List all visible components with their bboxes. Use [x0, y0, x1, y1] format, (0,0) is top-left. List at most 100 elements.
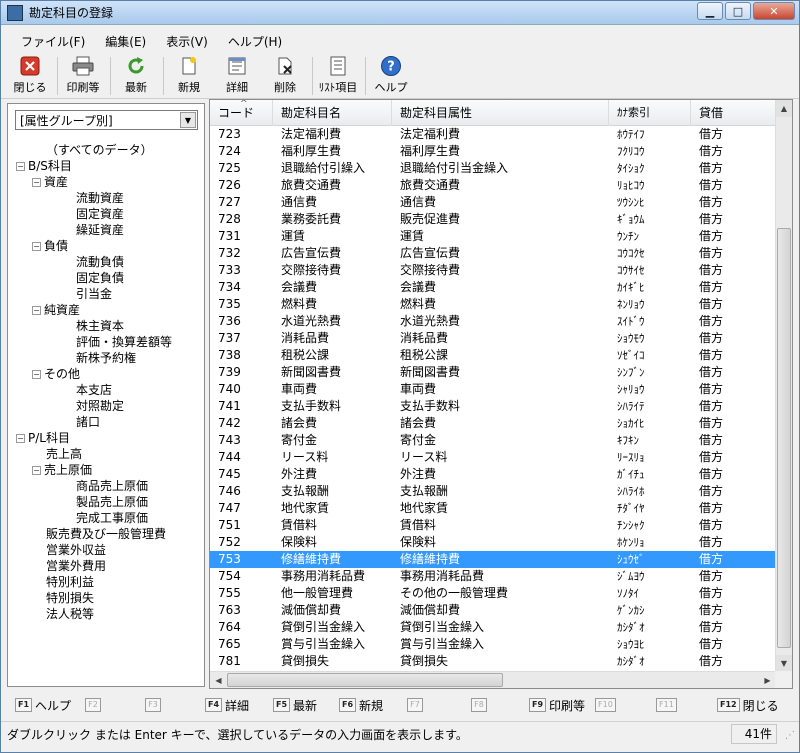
table-row[interactable]: 743 寄付金 寄付金 ｷﾌｷﾝ 借方: [210, 432, 776, 449]
minimize-button[interactable]: ▁: [697, 2, 723, 20]
column-header-kana[interactable]: ｶﾅ索引: [609, 100, 691, 126]
tree-node[interactable]: 特別利益: [8, 574, 204, 590]
tree-node[interactable]: 営業外費用: [8, 558, 204, 574]
table-row[interactable]: 740 車両費 車両費 ｼｬﾘｮｳ 借方: [210, 381, 776, 398]
tree-node[interactable]: 株主資本: [8, 318, 204, 334]
vertical-scrollbar[interactable]: ▲ ▼: [775, 100, 792, 672]
collapse-toggle-icon[interactable]: −: [16, 434, 25, 443]
column-header-attribute[interactable]: 勘定科目属性: [392, 100, 609, 126]
print-button[interactable]: 印刷等: [62, 55, 104, 95]
tree-node[interactable]: 法人税等: [8, 606, 204, 622]
tree-node[interactable]: − 純資産: [8, 302, 204, 318]
tree-node[interactable]: − 負債: [8, 238, 204, 254]
vertical-scroll-thumb[interactable]: [777, 228, 791, 648]
tree-node[interactable]: 固定負債: [8, 270, 204, 286]
collapse-toggle-icon[interactable]: −: [32, 242, 41, 251]
tree-node[interactable]: 営業外収益: [8, 542, 204, 558]
tree-node[interactable]: − 売上原価: [8, 462, 204, 478]
horizontal-scrollbar[interactable]: ◀ ▶: [210, 671, 776, 688]
delete-button[interactable]: 削除: [264, 55, 306, 95]
table-row[interactable]: 728 業務委託費 販売促進費 ｷﾞｮｳﾑ 借方: [210, 211, 776, 228]
tree-node[interactable]: 完成工事原価: [8, 510, 204, 526]
column-header-name[interactable]: 勘定科目名: [273, 100, 392, 126]
fkey-f1[interactable]: F1 ヘルプ: [15, 695, 71, 715]
resize-grip-icon[interactable]: ⋰: [785, 731, 797, 743]
table-row[interactable]: 781 貸倒損失 貸倒損失 ｶｼﾀﾞｵ 借方: [210, 653, 776, 670]
scroll-up-icon[interactable]: ▲: [776, 100, 792, 117]
table-row[interactable]: 742 諸会費 諸会費 ｼｮｶｲﾋ 借方: [210, 415, 776, 432]
tree-node[interactable]: 流動負債: [8, 254, 204, 270]
collapse-toggle-icon[interactable]: −: [16, 162, 25, 171]
table-row[interactable]: 744 リース料 リース料 ﾘｰｽﾘｮ 借方: [210, 449, 776, 466]
tree-node[interactable]: （すべてのデータ）: [8, 142, 204, 158]
tree-node[interactable]: − 資産: [8, 174, 204, 190]
tree-node[interactable]: 諸口: [8, 414, 204, 430]
tree-node[interactable]: 売上高: [8, 446, 204, 462]
tree-node[interactable]: 販売費及び一般管理費: [8, 526, 204, 542]
tree-node[interactable]: 評価・換算差額等: [8, 334, 204, 350]
table-row[interactable]: 753 修繕維持費 修繕維持費 ｼｭｳｾﾞ 借方: [210, 551, 776, 568]
menu-view[interactable]: 表示(V): [166, 33, 208, 50]
table-row[interactable]: 752 保険料 保険料 ﾎｹﾝﾘｮ 借方: [210, 534, 776, 551]
table-row[interactable]: 736 水道光熱費 水道光熱費 ｽｲﾄﾞｳ 借方: [210, 313, 776, 330]
table-row[interactable]: 725 退職給付引繰入 退職給付引当金繰入 ﾀｲｼｮｸ 借方: [210, 160, 776, 177]
table-row[interactable]: 738 租税公課 租税公課 ｿｾﾞｲｺ 借方: [210, 347, 776, 364]
tree-node[interactable]: − B/S科目: [8, 158, 204, 174]
table-row[interactable]: 747 地代家賃 地代家賃 ﾁﾀﾞｲﾔ 借方: [210, 500, 776, 517]
tree-node[interactable]: 引当金: [8, 286, 204, 302]
menu-edit[interactable]: 編集(E): [105, 33, 146, 50]
tree-node[interactable]: 特別損失: [8, 590, 204, 606]
table-row[interactable]: 764 貸倒引当金繰入 貸倒引当金繰入 ｶｼﾀﾞｵ 借方: [210, 619, 776, 636]
table-row[interactable]: 731 運賃 運賃 ｳﾝﾁﾝ 借方: [210, 228, 776, 245]
menu-help[interactable]: ヘルプ(H): [228, 33, 282, 50]
collapse-toggle-icon[interactable]: −: [32, 178, 41, 187]
tree-node[interactable]: 製品売上原価: [8, 494, 204, 510]
collapse-toggle-icon[interactable]: −: [32, 370, 41, 379]
fkey-f12[interactable]: F12 閉じる: [717, 695, 779, 715]
table-row[interactable]: 763 減価償却費 減価償却費 ｹﾞﾝｶｼ 借方: [210, 602, 776, 619]
tree-node[interactable]: 固定資産: [8, 206, 204, 222]
tree-node[interactable]: 商品売上原価: [8, 478, 204, 494]
group-filter-select[interactable]: [属性グループ別] ▼: [15, 110, 198, 130]
table-row[interactable]: 733 交際接待費 交際接待費 ｺｳｻｲｾ 借方: [210, 262, 776, 279]
collapse-toggle-icon[interactable]: −: [32, 466, 41, 475]
column-header-debit-credit[interactable]: 貸借: [691, 100, 776, 126]
table-row[interactable]: 727 通信費 通信費 ﾂｳｼﾝﾋ 借方: [210, 194, 776, 211]
tree-node[interactable]: 流動資産: [8, 190, 204, 206]
fkey-f9[interactable]: F9 印刷等: [529, 695, 585, 715]
table-row[interactable]: 746 支払報酬 支払報酬 ｼﾊﾗｲﾎ 借方: [210, 483, 776, 500]
scroll-left-icon[interactable]: ◀: [210, 672, 227, 688]
table-row[interactable]: 745 外注費 外注費 ｶﾞｲﾁｭ 借方: [210, 466, 776, 483]
tree-node[interactable]: − その他: [8, 366, 204, 382]
scroll-right-icon[interactable]: ▶: [759, 672, 776, 688]
table-row[interactable]: 726 旅費交通費 旅費交通費 ﾘｮﾋｺｳ 借方: [210, 177, 776, 194]
tree-node[interactable]: 本支店: [8, 382, 204, 398]
fkey-f6[interactable]: F6 新規: [339, 695, 383, 715]
table-row[interactable]: 755 他一般管理費 その他の一般管理費 ｿﾉﾀｲ 借方: [210, 585, 776, 602]
table-row[interactable]: 723 法定福利費 法定福利費 ﾎｳﾃｲﾌ 借方: [210, 126, 776, 143]
tree-node[interactable]: 繰延資産: [8, 222, 204, 238]
column-header-code[interactable]: コード: [210, 100, 273, 126]
tree-node[interactable]: 新株予約権: [8, 350, 204, 366]
scroll-down-icon[interactable]: ▼: [776, 655, 792, 672]
title-bar[interactable]: 勘定科目の登録 ▁ □ ✕: [1, 1, 799, 25]
chevron-down-icon[interactable]: ▼: [180, 112, 196, 128]
fkey-f5[interactable]: F5 最新: [273, 695, 317, 715]
refresh-button[interactable]: 最新: [115, 55, 157, 95]
close-window-button[interactable]: ✕: [753, 2, 795, 20]
table-row[interactable]: 724 福利厚生費 福利厚生費 ﾌｸﾘｺｳ 借方: [210, 143, 776, 160]
tree-node[interactable]: − P/L科目: [8, 430, 204, 446]
table-row[interactable]: 734 会議費 会議費 ｶｲｷﾞﾋ 借方: [210, 279, 776, 296]
detail-button[interactable]: 詳細: [216, 55, 258, 95]
collapse-toggle-icon[interactable]: −: [32, 306, 41, 315]
table-row[interactable]: 765 賞与引当金繰入 賞与引当金繰入 ｼｮｳﾖﾋ 借方: [210, 636, 776, 653]
table-row[interactable]: 754 事務用消耗品費 事務用消耗品費 ｼﾞﾑﾖｳ 借方: [210, 568, 776, 585]
help-button[interactable]: ? ヘルプ: [370, 55, 412, 95]
table-row[interactable]: 735 燃料費 燃料費 ﾈﾝﾘｮｳ 借方: [210, 296, 776, 313]
maximize-button[interactable]: □: [725, 2, 751, 20]
list-items-button[interactable]: ﾘｽﾄ項目: [317, 55, 359, 95]
new-button[interactable]: 新規: [168, 55, 210, 95]
table-row[interactable]: 751 賃借料 賃借料 ﾁﾝｼｬｸ 借方: [210, 517, 776, 534]
table-row[interactable]: 741 支払手数料 支払手数料 ｼﾊﾗｲﾃ 借方: [210, 398, 776, 415]
table-row[interactable]: 739 新聞図書費 新聞図書費 ｼﾝﾌﾞﾝ 借方: [210, 364, 776, 381]
